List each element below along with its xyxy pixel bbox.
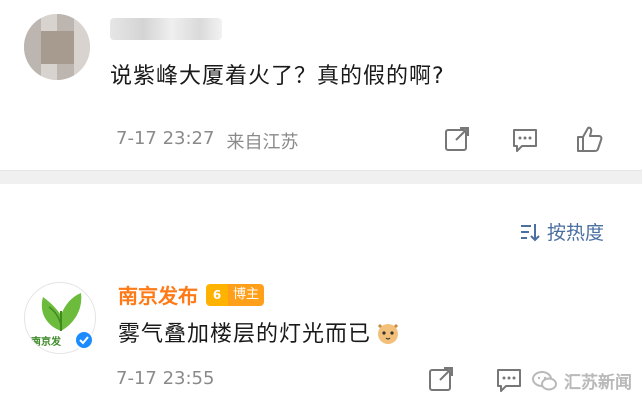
blurred-avatar-mosaic [24, 14, 90, 80]
comment-item-1: 说紫峰大厦着火了？真的假的啊? 7-17 23:27 来自江苏 [0, 0, 642, 170]
share-icon[interactable] [442, 124, 472, 154]
avatar[interactable] [24, 14, 90, 80]
section-divider [0, 170, 642, 184]
thumbs-up-icon[interactable] [574, 124, 604, 154]
comment-date: 7-17 23:27 [116, 128, 215, 149]
comment-meta: 7-17 23:27 来自江苏 [116, 128, 298, 154]
sort-by-hot-button[interactable]: 按热度 [519, 218, 604, 245]
comment-author-row: 南京发布 6 博主 [118, 280, 265, 309]
sort-icon [520, 223, 540, 241]
comment-text: 说紫峰大厦着火了？真的假的啊? [110, 64, 445, 89]
comment-date: 7-17 23:55 [116, 368, 215, 389]
blogger-badge: 6 博主 [206, 283, 265, 306]
leaf-logo-icon [41, 293, 82, 331]
watermark: 汇苏新闻 [532, 368, 632, 393]
author-name[interactable]: 南京发布 [118, 280, 198, 309]
sort-label: 按热度 [546, 222, 604, 244]
cat-emoji-icon [377, 323, 399, 344]
badge-label: 博主 [228, 283, 265, 306]
comment-source: 来自江苏 [226, 132, 299, 153]
share-icon[interactable] [426, 364, 456, 394]
avatar-logo-text: 南京发 [31, 337, 61, 348]
comment-icon[interactable] [494, 364, 524, 394]
comment-text: 雾气叠加楼层的灯光而已 [118, 322, 372, 347]
crown-icon: 6 [206, 283, 228, 306]
comment-meta: 7-17 23:55 [116, 368, 214, 389]
comment-icon[interactable] [510, 124, 540, 154]
blurred-username [110, 18, 222, 40]
comment-text-row: 雾气叠加楼层的灯光而已 [118, 316, 401, 348]
wechat-icon [532, 370, 557, 390]
verified-badge-icon [74, 330, 94, 350]
watermark-text: 汇苏新闻 [564, 373, 632, 393]
